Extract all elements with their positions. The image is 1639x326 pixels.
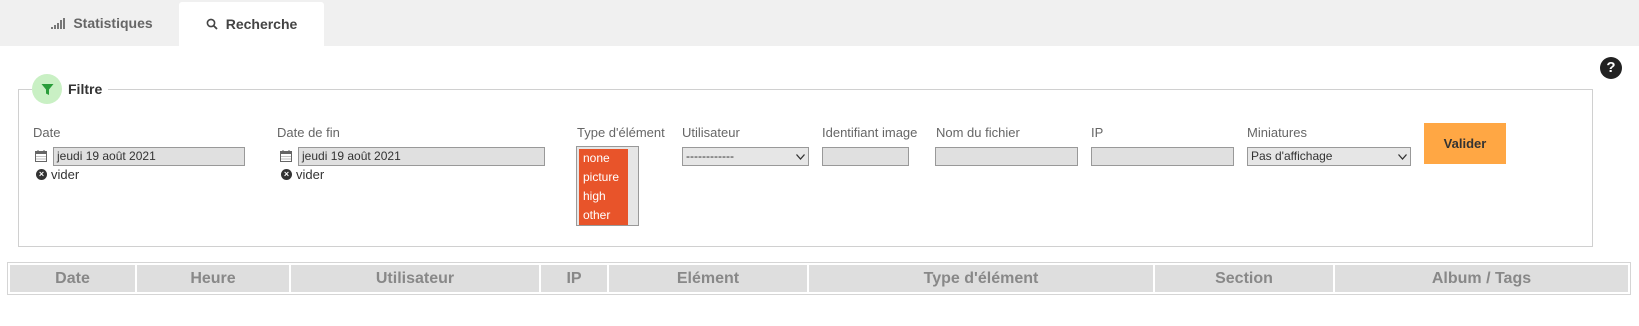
thumbnails-label: Miniatures [1247, 125, 1307, 140]
calendar-icon [280, 149, 292, 167]
type-option-other[interactable]: other [579, 206, 628, 225]
date-end-clear-button[interactable]: × vider [281, 167, 324, 182]
tab-bar: Statistiques Recherche [0, 0, 1639, 46]
ip-input[interactable] [1091, 147, 1234, 166]
calendar-icon [35, 149, 47, 167]
tab-statistiques[interactable]: Statistiques [22, 0, 182, 46]
thumbnails-select[interactable]: Pas d'affichage [1247, 147, 1411, 166]
user-select[interactable]: ------------ [682, 147, 809, 166]
date-start-input[interactable]: jeudi 19 août 2021 [53, 147, 245, 166]
date-end-label: Date de fin [277, 125, 340, 140]
clear-icon: × [36, 169, 47, 180]
funnel-icon [32, 74, 62, 104]
date-start-clear-button[interactable]: × vider [36, 167, 79, 182]
filter-legend: Filtre [32, 74, 109, 104]
filter-title: Filtre [68, 81, 103, 97]
search-icon [206, 18, 218, 30]
chevron-down-icon [1398, 148, 1407, 165]
column-header-heure[interactable]: Heure [137, 265, 289, 292]
type-multiselect[interactable]: none picture high other [576, 146, 639, 226]
submit-button[interactable]: Valider [1424, 123, 1506, 164]
filename-label: Nom du fichier [936, 125, 1020, 140]
type-option-none[interactable]: none [579, 149, 628, 168]
type-option-picture[interactable]: picture [579, 168, 628, 187]
thumbnails-select-value: Pas d'affichage [1251, 149, 1333, 163]
clear-label: vider [296, 167, 325, 182]
column-header-utilisateur[interactable]: Utilisateur [291, 265, 539, 292]
clear-icon: × [281, 169, 292, 180]
tab-statistiques-label: Statistiques [73, 15, 153, 31]
user-label: Utilisateur [682, 125, 740, 140]
ip-label: IP [1091, 125, 1104, 140]
filename-input[interactable] [935, 147, 1078, 166]
column-header-ip[interactable]: IP [541, 265, 607, 292]
type-option-high[interactable]: high [579, 187, 628, 206]
user-select-value: ------------ [686, 149, 734, 163]
tab-recherche[interactable]: Recherche [179, 2, 324, 46]
column-header-date[interactable]: Date [10, 265, 135, 292]
column-header-section[interactable]: Section [1155, 265, 1333, 292]
tab-recherche-label: Recherche [225, 16, 298, 32]
signal-bars-icon [51, 17, 66, 29]
chevron-down-icon [796, 148, 805, 165]
date-label: Date [33, 125, 61, 140]
date-end-input[interactable]: jeudi 19 août 2021 [298, 147, 545, 166]
column-header-element[interactable]: Elément [609, 265, 807, 292]
image-id-label: Identifiant image [822, 125, 918, 140]
help-icon[interactable]: ? [1600, 57, 1622, 79]
image-id-input[interactable] [822, 147, 909, 166]
type-label: Type d'élément [577, 125, 665, 140]
column-header-album-tags[interactable]: Album / Tags [1335, 265, 1628, 292]
column-header-type[interactable]: Type d'élément [809, 265, 1153, 292]
filter-fieldset [18, 89, 1593, 247]
clear-label: vider [51, 167, 80, 182]
